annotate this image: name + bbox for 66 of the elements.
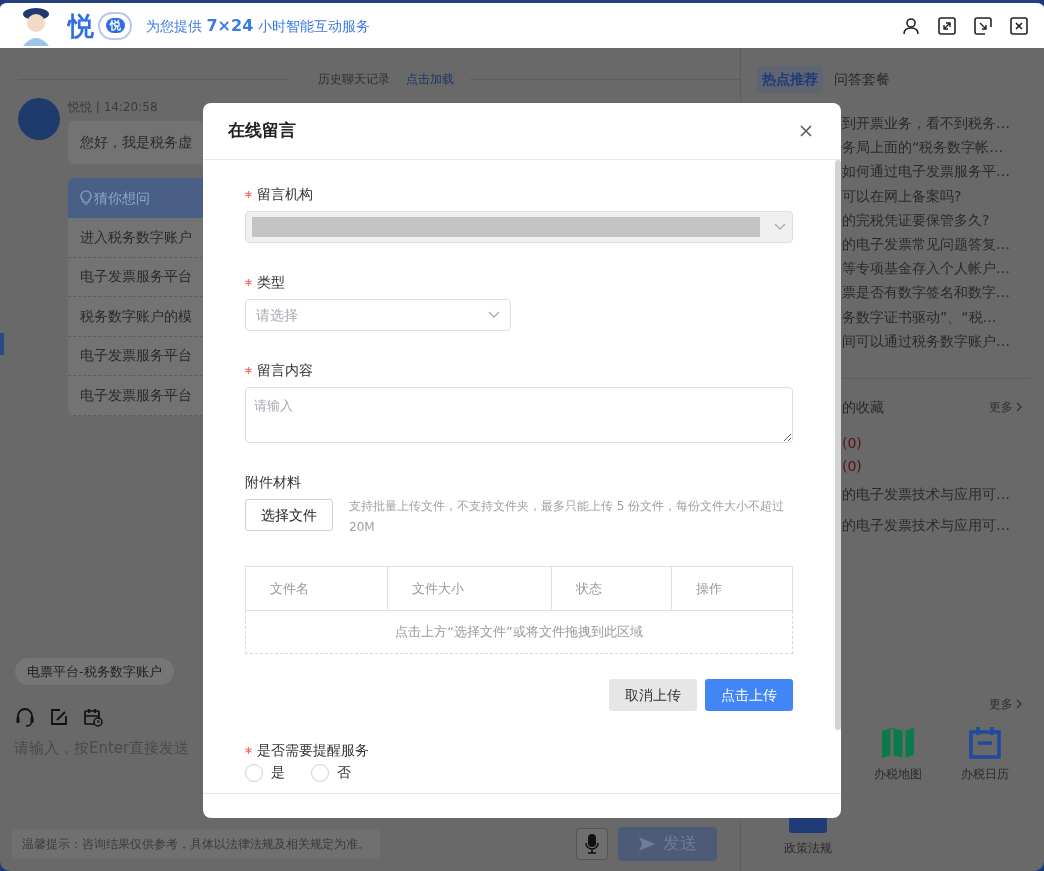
cancel-upload-button[interactable]: 取消上传 — [609, 679, 697, 711]
asterisk-icon — [245, 366, 252, 374]
microphone-icon — [585, 834, 599, 854]
message-textarea[interactable]: 请输入 — [245, 387, 793, 443]
favorite-link[interactable]: 的电子发票技术与应用可… — [842, 478, 1044, 510]
column-header: 操作 — [695, 579, 723, 598]
column-header: 文件名 — [246, 567, 388, 610]
hot-question-link[interactable]: 到开票业务，看不到税务… — [842, 113, 1044, 138]
chevron-right-icon — [1016, 699, 1022, 709]
lightbulb-icon — [80, 190, 92, 206]
edit-icon[interactable] — [49, 707, 69, 727]
chevron-down-icon — [488, 311, 500, 319]
minimize-icon[interactable] — [974, 16, 992, 35]
chevron-down-icon — [774, 223, 786, 231]
favorite-link[interactable]: 的电子发票技术与应用可… — [842, 509, 1044, 541]
headset-icon[interactable] — [15, 707, 35, 727]
hot-question-link[interactable]: 等专项基金存入个人帐户… — [842, 258, 1044, 283]
close-x-icon — [800, 125, 812, 137]
suggestion-title: 猜你想问 — [94, 188, 150, 208]
expand-icon[interactable] — [938, 16, 956, 35]
column-header: 状态 — [552, 567, 672, 610]
scrollbar-thumb[interactable] — [835, 160, 841, 730]
favorite-count: (0) — [842, 433, 863, 453]
asterisk-icon — [245, 746, 252, 754]
hot-question-link[interactable]: 的电子发票常见问题答复… — [842, 233, 1044, 259]
map-icon — [881, 727, 915, 759]
field-label: 附件材料 — [245, 472, 301, 492]
field-label: 留言机构 — [257, 184, 313, 204]
close-icon[interactable] — [1010, 16, 1028, 35]
drop-zone[interactable]: 点击上方“选择文件”或将文件拖拽到此区域 — [245, 611, 793, 654]
choose-file-button[interactable]: 选择文件 — [245, 499, 333, 531]
upload-hint: 支持批量上传文件，不支持文件夹，最多只能上传 5 份文件，每份文件大小不超过 20M — [349, 498, 786, 536]
more-link[interactable]: 更多 — [989, 695, 1022, 713]
avatar — [18, 98, 60, 140]
more-link[interactable]: 更多 — [989, 398, 1022, 417]
voice-button[interactable] — [576, 828, 608, 860]
upload-button[interactable]: 点击上传 — [705, 679, 793, 711]
hot-question-link[interactable]: 务数字证书驱动”、“税… — [842, 306, 1044, 331]
quick-tag[interactable]: 电票平台-税务数字账户 — [15, 657, 174, 685]
column-header: 文件大小 — [388, 567, 552, 610]
logo-text: 悦 — [68, 12, 94, 39]
hot-question-link[interactable]: 票是否有数字签名和数字… — [842, 282, 1044, 307]
panel-tab[interactable]: 热点推荐 — [757, 66, 823, 93]
select-field[interactable]: 请选择 — [245, 299, 511, 331]
asterisk-icon — [245, 278, 252, 286]
calendar-clock-icon[interactable] — [83, 707, 103, 727]
service-shortcut[interactable]: 办税地图 — [868, 727, 928, 783]
logo-badge: 悦 — [98, 11, 132, 40]
radio-option[interactable]: 是 — [245, 762, 285, 783]
asterisk-icon — [245, 190, 252, 198]
radio-option[interactable]: 否 — [311, 762, 351, 783]
panel-tab[interactable]: 问答套餐 — [829, 66, 895, 93]
favorites-title: 的收藏 — [842, 397, 884, 417]
slogan-text: 为您提供 7×24 小时智能互动服务 — [146, 14, 370, 37]
character-silhouette-icon — [20, 5, 52, 46]
field-label: 是否需要提醒服务 — [257, 740, 369, 760]
load-history-link[interactable]: 点击加载 — [406, 70, 454, 88]
user-icon[interactable] — [902, 16, 920, 35]
calendar-icon — [969, 727, 1001, 759]
hot-question-link[interactable]: 的完税凭证要保管多久? — [842, 209, 1044, 234]
send-arrow-icon — [638, 837, 655, 852]
chevron-right-icon — [1016, 402, 1022, 413]
hot-question-link[interactable]: 间可以通过税务数字账户… — [842, 330, 1044, 355]
hot-question-link[interactable]: 如何通过电子发票服务平… — [842, 161, 1044, 186]
service-shortcut[interactable]: 办税日历 — [955, 727, 1015, 783]
favorite-count: (0) — [842, 456, 863, 476]
